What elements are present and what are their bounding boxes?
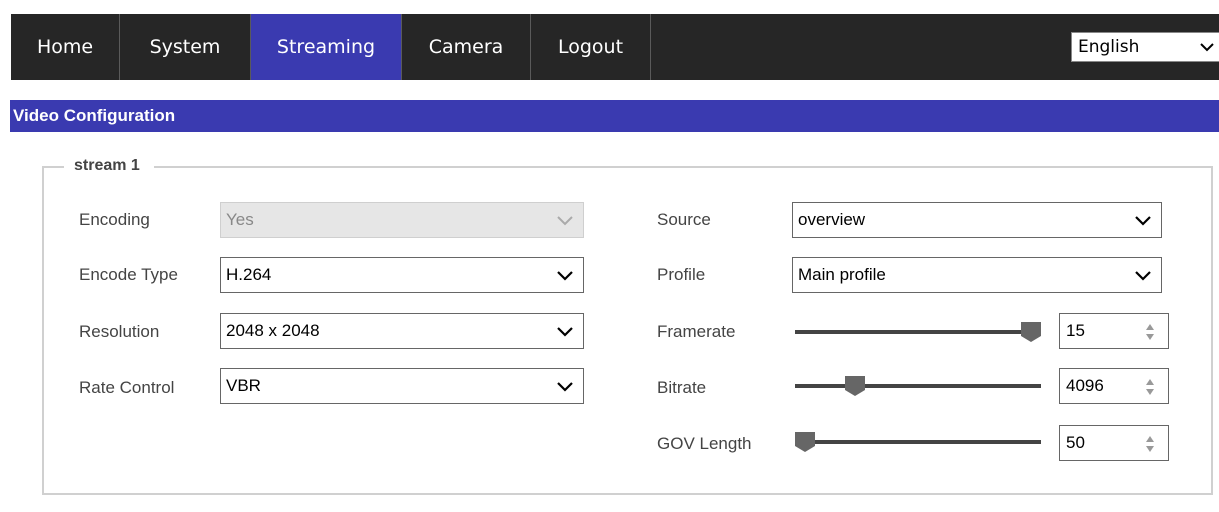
rate-control-select[interactable]: VBR bbox=[220, 368, 584, 404]
nav-item-label: Home bbox=[36, 36, 94, 58]
top-nav-bar: Home System Streaming Camera Logout Engl… bbox=[11, 14, 1219, 80]
nav-item-system[interactable]: System bbox=[120, 14, 251, 80]
framerate-slider-thumb[interactable] bbox=[1021, 322, 1041, 342]
framerate-slider-track[interactable] bbox=[795, 330, 1041, 334]
bitrate-spinbox[interactable]: 4096 bbox=[1059, 368, 1169, 404]
profile-value: Main profile bbox=[798, 265, 886, 284]
framerate-value: 15 bbox=[1066, 321, 1085, 340]
spin-arrows-icon[interactable] bbox=[1146, 322, 1154, 342]
resolution-select[interactable]: 2048 x 2048 bbox=[220, 313, 584, 349]
source-select[interactable]: overview bbox=[792, 202, 1162, 238]
chevron-down-icon bbox=[1135, 216, 1151, 226]
bitrate-label: Bitrate bbox=[657, 378, 707, 397]
language-select[interactable]: English bbox=[1071, 32, 1219, 62]
chevron-down-icon bbox=[1135, 271, 1151, 281]
gov-length-value: 50 bbox=[1066, 433, 1085, 452]
encode-type-select[interactable]: H.264 bbox=[220, 257, 584, 293]
spin-arrows-icon[interactable] bbox=[1146, 434, 1154, 454]
nav-item-label: Streaming bbox=[276, 36, 376, 58]
section-title-text: Video Configuration bbox=[13, 106, 176, 125]
bitrate-value: 4096 bbox=[1066, 376, 1104, 395]
nav-item-label: Camera bbox=[428, 36, 504, 58]
bitrate-slider-thumb[interactable] bbox=[844, 376, 865, 396]
source-label: Source bbox=[657, 210, 711, 229]
framerate-label: Framerate bbox=[657, 322, 736, 341]
chevron-down-icon bbox=[557, 216, 573, 226]
resolution-label: Resolution bbox=[79, 322, 160, 341]
spin-arrows-icon[interactable] bbox=[1146, 377, 1154, 397]
chevron-down-icon bbox=[1200, 43, 1214, 52]
rate-control-value: VBR bbox=[226, 376, 261, 395]
nav-item-label: System bbox=[149, 36, 221, 58]
chevron-down-icon bbox=[557, 382, 573, 392]
language-value: English bbox=[1078, 37, 1140, 57]
nav-item-label: Logout bbox=[557, 36, 624, 58]
framerate-spinbox[interactable]: 15 bbox=[1059, 313, 1169, 349]
encoding-value: Yes bbox=[226, 210, 254, 229]
profile-label: Profile bbox=[657, 265, 706, 284]
nav-item-logout[interactable]: Logout bbox=[531, 14, 651, 80]
bitrate-slider-track[interactable] bbox=[795, 384, 1041, 388]
gov-length-label: GOV Length bbox=[657, 434, 752, 453]
nav-item-camera[interactable]: Camera bbox=[402, 14, 531, 80]
nav-item-streaming[interactable]: Streaming bbox=[251, 14, 402, 80]
chevron-down-icon bbox=[557, 327, 573, 337]
encode-type-value: H.264 bbox=[226, 265, 272, 284]
profile-select[interactable]: Main profile bbox=[792, 257, 1162, 293]
rate-control-label: Rate Control bbox=[79, 378, 175, 397]
encode-type-label: Encode Type bbox=[79, 265, 178, 284]
resolution-value: 2048 x 2048 bbox=[226, 321, 320, 340]
stream-legend: stream 1 bbox=[64, 156, 154, 176]
section-title: Video Configuration bbox=[10, 100, 1219, 132]
encoding-select: Yes bbox=[220, 202, 584, 238]
chevron-down-icon bbox=[557, 271, 573, 281]
source-value: overview bbox=[798, 210, 866, 229]
nav-item-home[interactable]: Home bbox=[11, 14, 120, 80]
encoding-label: Encoding bbox=[79, 210, 150, 229]
gov-length-spinbox[interactable]: 50 bbox=[1059, 425, 1169, 461]
gov-length-slider-track[interactable] bbox=[795, 440, 1041, 444]
gov-length-slider-thumb[interactable] bbox=[795, 432, 815, 452]
